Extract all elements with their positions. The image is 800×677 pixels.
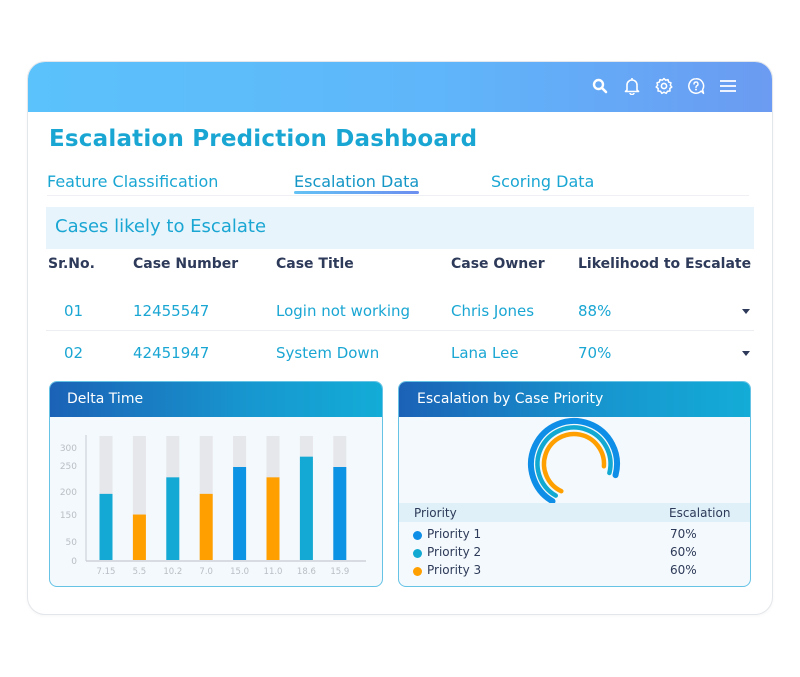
tab-feature-classification[interactable]: Feature Classification <box>47 172 218 191</box>
priority-panel: Escalation by Case Priority Priority Esc… <box>398 381 751 587</box>
column-header-case-owner: Case Owner <box>451 256 545 272</box>
arc-priority-3[interactable] <box>541 431 607 494</box>
bar[interactable] <box>266 477 280 560</box>
legend-dot-icon <box>413 549 422 558</box>
tab-escalation-data[interactable]: Escalation Data <box>294 172 420 194</box>
y-tick-label: 300 <box>60 444 77 454</box>
menu-icon[interactable] <box>718 76 738 96</box>
legend-header: Priority Escalation <box>399 503 750 522</box>
legend-row-priority-3: Priority 3 60% <box>399 561 750 579</box>
bell-icon[interactable] <box>622 76 642 96</box>
priority-arc-chart <box>528 418 620 503</box>
legend-row-priority-2: Priority 2 60% <box>399 543 750 561</box>
arc-priority-2[interactable] <box>535 425 613 498</box>
section-title: Cases likely to Escalate <box>55 216 267 237</box>
expand-row-caret-icon[interactable] <box>742 351 750 356</box>
cell-case-owner: Chris Jones <box>451 302 535 320</box>
legend-label: Priority 1 <box>427 527 482 541</box>
legend-header-priority: Priority <box>414 506 457 520</box>
x-tick-label: 10.2 <box>163 567 182 577</box>
panel-title: Delta Time <box>50 382 382 417</box>
cases-section-header: Cases likely to Escalate <box>46 207 754 249</box>
expand-row-caret-icon[interactable] <box>742 309 750 314</box>
cell-case-title: Login not working <box>276 302 411 320</box>
bar[interactable] <box>166 477 180 560</box>
bar[interactable] <box>299 456 313 560</box>
bar[interactable] <box>233 467 247 560</box>
search-icon[interactable] <box>590 76 610 96</box>
column-header-case-number: Case Number <box>133 256 239 272</box>
bar[interactable] <box>199 493 213 560</box>
y-tick-label: 250 <box>60 462 77 472</box>
toolbar-icons <box>590 76 738 96</box>
column-header-sr-no: Sr.No. <box>48 256 95 272</box>
bar[interactable] <box>99 493 113 560</box>
cell-case-number[interactable]: 12455547 <box>133 302 209 320</box>
x-tick-label: 18.6 <box>297 567 316 577</box>
bar[interactable] <box>132 514 146 560</box>
cell-sr-no: 01 <box>64 302 84 320</box>
legend-value: 70% <box>670 527 697 541</box>
bar[interactable] <box>333 467 347 560</box>
help-icon[interactable] <box>686 76 706 96</box>
column-header-case-title: Case Title <box>276 256 354 272</box>
legend-dot-icon <box>413 567 422 576</box>
cell-case-number[interactable]: 42451947 <box>133 344 209 362</box>
cell-likelihood: 88% <box>578 302 612 320</box>
cell-sr-no: 02 <box>64 344 84 362</box>
x-tick-label: 15.9 <box>330 567 349 577</box>
legend-dot-icon <box>413 531 422 540</box>
x-tick-label: 11.0 <box>264 567 283 577</box>
table-row[interactable]: 01 12455547 Login not working Chris Jone… <box>46 291 754 331</box>
dashboard-card: Escalation Prediction Dashboard Feature … <box>27 61 773 615</box>
x-tick-label: 15.0 <box>230 567 249 577</box>
table-row[interactable]: 02 42451947 System Down Lana Lee 70% <box>46 333 754 373</box>
delta-time-chart: 0 50 150 200 250 300 7.15 5.5 10.2 7.0 15.0 11.0 18.… <box>60 435 366 577</box>
legend-label: Priority 2 <box>427 545 482 559</box>
gear-icon[interactable] <box>654 76 674 96</box>
top-bar <box>28 62 772 112</box>
y-tick-label: 0 <box>71 557 77 567</box>
x-tick-label: 7.15 <box>97 567 116 577</box>
x-tick-label: 5.5 <box>133 567 147 577</box>
tab-bar: Feature Classification Escalation Data S… <box>47 172 749 196</box>
x-tick-label: 7.0 <box>199 567 213 577</box>
table-header: Sr.No. Case Number Case Title Case Owner… <box>46 256 754 276</box>
tab-scoring-data[interactable]: Scoring Data <box>491 172 594 191</box>
legend-value: 60% <box>670 563 697 577</box>
y-tick-label: 200 <box>60 488 77 498</box>
delta-time-panel: Delta Time 0 50 150 200 250 300 7.15 5.5 10.2 7.0… <box>49 381 383 587</box>
legend-label: Priority 3 <box>427 563 482 577</box>
y-tick-label: 150 <box>60 511 77 521</box>
legend-row-priority-1: Priority 1 70% <box>399 525 750 543</box>
column-header-likelihood: Likelihood to Escalate <box>578 256 752 272</box>
cell-likelihood: 70% <box>578 344 612 362</box>
legend-value: 60% <box>670 545 697 559</box>
legend-header-escalation: Escalation <box>669 506 731 520</box>
y-tick-label: 50 <box>66 538 78 548</box>
cell-case-owner: Lana Lee <box>451 344 519 362</box>
page-title: Escalation Prediction Dashboard <box>49 126 478 152</box>
panel-title: Escalation by Case Priority <box>399 382 750 417</box>
cell-case-title: System Down <box>276 344 380 362</box>
